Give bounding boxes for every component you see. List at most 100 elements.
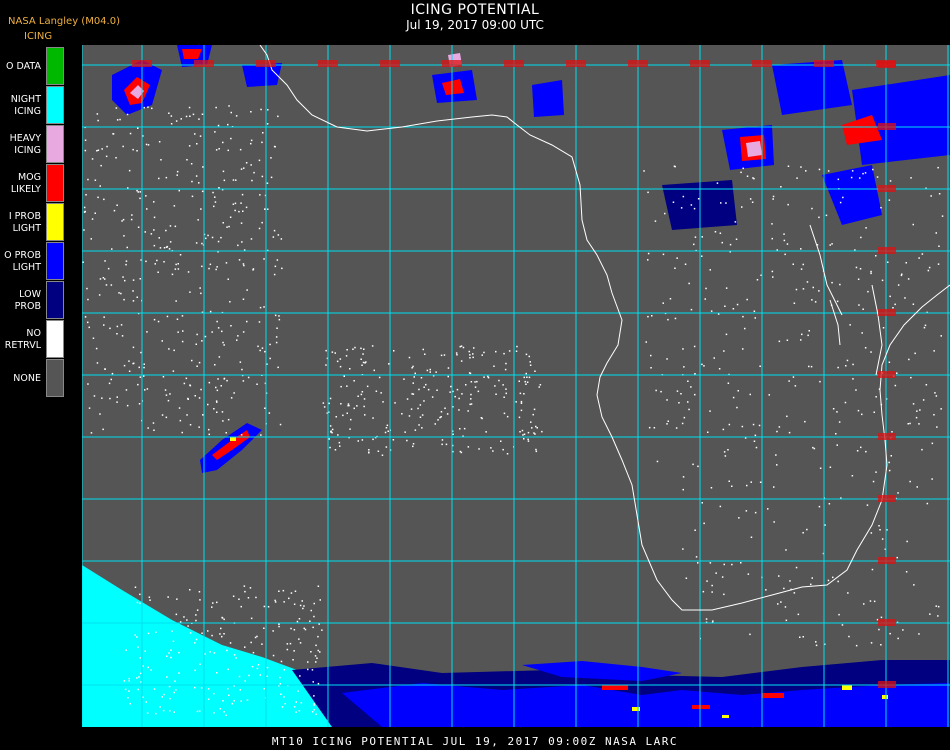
speckle — [239, 148, 242, 151]
speckle — [187, 625, 189, 627]
header-title: ICING POTENTIAL — [410, 2, 540, 18]
speckle — [178, 651, 180, 654]
speckle — [311, 669, 314, 671]
speckle — [740, 171, 742, 174]
speckle — [128, 370, 131, 372]
speckle — [841, 624, 844, 626]
speckle — [889, 180, 892, 182]
speckle — [329, 425, 332, 427]
speckle — [213, 712, 215, 714]
speckle — [297, 690, 299, 692]
speckle — [710, 310, 713, 312]
speckle — [792, 376, 795, 378]
speckle — [772, 195, 775, 198]
speckle — [123, 680, 126, 682]
speckle — [104, 368, 106, 370]
speckle — [165, 229, 167, 232]
speckle — [111, 248, 113, 250]
speckle — [778, 340, 781, 343]
speckle — [104, 260, 106, 262]
speckle — [290, 627, 292, 630]
legend-label: NO RETRVL — [4, 327, 41, 351]
speckle — [856, 450, 859, 452]
grid-label-marker — [878, 557, 896, 564]
speckle — [222, 341, 224, 344]
speckle — [115, 157, 117, 159]
speckle — [84, 149, 87, 152]
speckle — [928, 266, 931, 269]
speckle — [916, 486, 918, 488]
speckle — [786, 243, 789, 245]
speckle — [214, 196, 216, 198]
speckle — [250, 111, 252, 113]
speckle — [171, 273, 174, 276]
speckle — [361, 364, 363, 366]
speckle — [907, 278, 910, 280]
speckle — [230, 111, 232, 114]
speckle — [227, 668, 229, 671]
speckle — [250, 641, 252, 644]
speckle — [706, 580, 708, 582]
speckle — [918, 633, 920, 635]
speckle — [541, 430, 543, 433]
speckle — [709, 562, 712, 564]
speckle — [421, 414, 424, 416]
speckle — [101, 148, 103, 150]
speckle — [889, 632, 891, 635]
speckle — [905, 262, 907, 264]
grid-label-marker — [566, 60, 586, 67]
speckle — [175, 689, 177, 691]
speckle — [897, 637, 899, 640]
speckle — [128, 677, 130, 680]
speckle — [208, 433, 210, 436]
speckle — [270, 176, 273, 179]
speckle — [145, 195, 147, 197]
speckle — [787, 203, 789, 206]
speckle — [310, 651, 312, 653]
speckle — [533, 432, 535, 434]
speckle — [286, 648, 289, 651]
speckle — [857, 278, 860, 280]
speckle — [346, 349, 348, 351]
speckle — [818, 216, 820, 219]
speckle — [281, 267, 283, 270]
speckle — [161, 414, 164, 416]
speckle — [807, 334, 809, 337]
speckle — [427, 388, 430, 391]
speckle — [477, 390, 480, 393]
speckle — [318, 623, 320, 625]
speckle — [191, 195, 194, 198]
speckle — [116, 325, 119, 328]
speckle — [188, 145, 191, 147]
speckle — [829, 244, 831, 246]
speckle — [179, 254, 182, 256]
speckle — [483, 351, 485, 354]
speckle — [414, 429, 417, 431]
speckle — [386, 424, 389, 427]
speckle — [85, 194, 87, 196]
speckle — [263, 688, 265, 690]
legend-label: O PROB LIGHT — [4, 249, 41, 273]
speckle — [846, 359, 849, 362]
speckle — [223, 633, 225, 635]
speckle — [221, 635, 223, 638]
speckle — [136, 677, 138, 679]
speckle — [881, 538, 884, 540]
speckle — [168, 652, 170, 654]
speckle — [226, 379, 228, 382]
speckle — [139, 278, 141, 280]
speckle — [527, 440, 530, 442]
speckle — [936, 426, 938, 428]
speckle — [693, 207, 696, 210]
speckle — [194, 395, 196, 397]
speckle — [309, 620, 311, 622]
speckle — [225, 262, 228, 264]
speckle — [938, 245, 940, 247]
speckle — [216, 320, 218, 323]
speckle — [169, 697, 171, 700]
speckle — [209, 651, 211, 653]
speckle — [831, 243, 833, 245]
speckle — [878, 525, 880, 527]
speckle — [316, 657, 318, 659]
speckle — [470, 398, 472, 400]
